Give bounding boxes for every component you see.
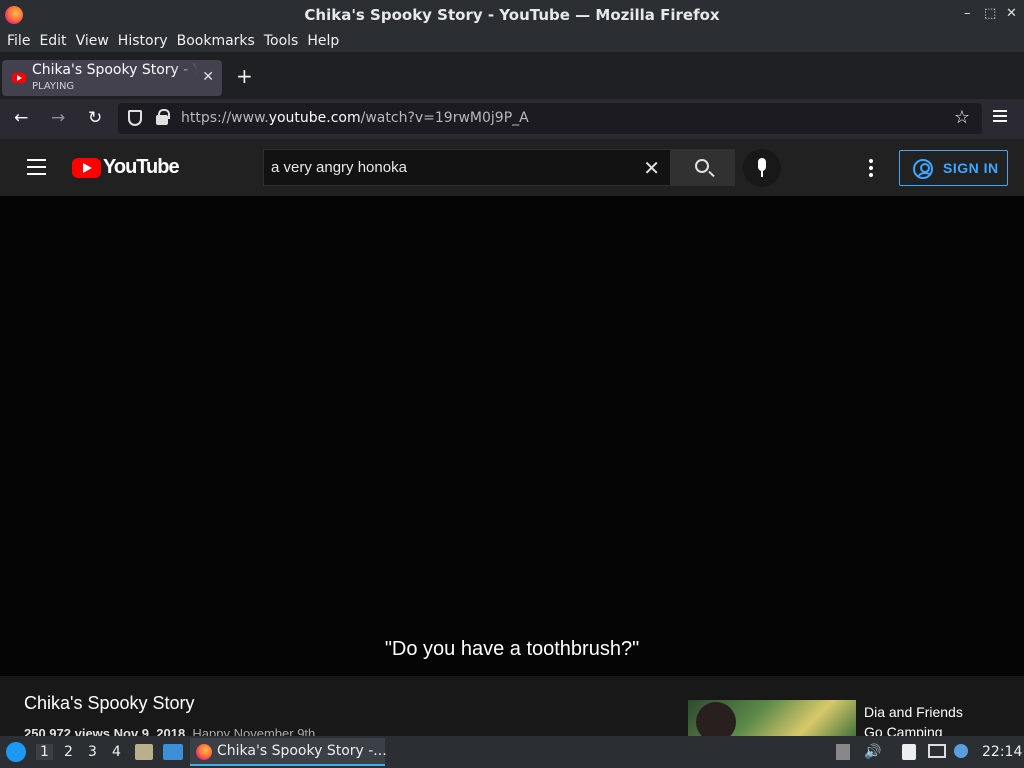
video-caption: "Do you have a toothbrush?" [384, 638, 640, 660]
tab-playing-label: PLAYING [32, 81, 75, 92]
notifications-icon[interactable] [954, 744, 968, 758]
youtube-logo-text: YouTube [103, 156, 180, 178]
search-icon [695, 159, 709, 173]
youtube-logo[interactable]: YouTube [72, 156, 180, 179]
video-view-count: 250,972 views Nov 9, 2018 Happy November… [24, 726, 315, 736]
task-title: Chika's Spooky Story -... [217, 743, 387, 759]
watch-metadata: Chika's Spooky Story 250,972 views Nov 9… [0, 676, 1024, 736]
tab-close-icon[interactable]: ✕ [202, 69, 214, 85]
menu-help[interactable]: Help [307, 33, 339, 49]
menu-bar: File Edit View History Bookmarks Tools H… [0, 30, 1024, 52]
youtube-header: YouTube a very angry honoka ✕ SIGN IN [0, 139, 1024, 196]
video-player[interactable]: "Do you have a toothbrush?" [0, 196, 1024, 676]
search-query-text: a very angry honoka [271, 159, 407, 176]
sign-in-label: SIGN IN [943, 160, 999, 176]
start-menu-icon[interactable] [6, 742, 26, 762]
menu-file[interactable]: File [7, 33, 30, 49]
menu-view[interactable]: View [76, 33, 109, 49]
bookmark-star-icon[interactable]: ☆ [954, 107, 970, 128]
account-icon [913, 159, 933, 179]
show-desktop-icon[interactable] [163, 744, 183, 760]
video-description[interactable]: Happy November 9th [192, 726, 315, 736]
recommended-title[interactable]: Dia and Friends Go Camping [864, 702, 963, 736]
lock-icon[interactable] [156, 109, 170, 125]
clock[interactable]: 22:14 [982, 744, 1022, 760]
url-text[interactable]: https://www.youtube.com/watch?v=19rwM0j9… [181, 110, 529, 126]
youtube-favicon-icon [12, 73, 26, 83]
minimize-button[interactable]: – [964, 6, 971, 21]
search-button[interactable] [671, 149, 735, 186]
voice-search-button[interactable] [743, 149, 781, 187]
sign-in-button[interactable]: SIGN IN [899, 150, 1008, 186]
new-tab-button[interactable]: + [236, 64, 253, 88]
clipboard-icon[interactable] [902, 744, 916, 760]
desktop-taskbar: 1 2 3 4 Chika's Spooky Story -... 🔊 22:1… [0, 736, 1024, 768]
close-window-button[interactable]: ✕ [1006, 6, 1017, 21]
app-menu-icon[interactable] [993, 110, 1007, 125]
tray-upload-icon[interactable] [836, 744, 850, 760]
window-title: Chika's Spooky Story - YouTube — Mozilla… [304, 6, 720, 24]
taskbar-firefox-task[interactable]: Chika's Spooky Story -... [190, 738, 387, 766]
url-bar[interactable]: https://www.youtube.com/watch?v=19rwM0j9… [118, 103, 982, 134]
search-input[interactable]: a very angry honoka ✕ [263, 149, 671, 186]
microphone-icon [758, 158, 766, 171]
workspace-4[interactable]: 4 [112, 744, 121, 760]
settings-kebab-icon[interactable] [869, 159, 873, 180]
file-manager-icon[interactable] [135, 744, 153, 760]
volume-icon[interactable]: 🔊 [864, 744, 881, 760]
firefox-logo-icon [5, 6, 23, 24]
forward-button[interactable]: → [51, 108, 65, 128]
clear-search-icon[interactable]: ✕ [643, 156, 660, 180]
tab-bar: Chika's Spooky Story - YouTube PLAYING ✕… [0, 52, 1024, 99]
menu-edit[interactable]: Edit [39, 33, 66, 49]
navigation-bar: ← → ↻ https://www.youtube.com/watch?v=19… [0, 99, 1024, 139]
menu-bookmarks[interactable]: Bookmarks [177, 33, 255, 49]
network-icon[interactable] [928, 744, 946, 758]
firefox-task-icon [196, 744, 212, 760]
maximize-button[interactable]: ⬚ [984, 6, 996, 21]
tab-title: Chika's Spooky Story - YouTube [32, 62, 198, 78]
tracking-protection-shield-icon[interactable] [128, 110, 142, 126]
tab-youtube[interactable]: Chika's Spooky Story - YouTube PLAYING ✕ [2, 60, 222, 96]
window-titlebar: Chika's Spooky Story - YouTube — Mozilla… [0, 0, 1024, 30]
youtube-play-logo-icon [72, 157, 101, 178]
guide-menu-icon[interactable] [27, 159, 46, 180]
workspace-2[interactable]: 2 [64, 744, 73, 760]
menu-history[interactable]: History [118, 33, 168, 49]
back-button[interactable]: ← [14, 108, 28, 128]
workspace-1[interactable]: 1 [36, 744, 53, 760]
menu-tools[interactable]: Tools [264, 33, 299, 49]
workspace-3[interactable]: 3 [88, 744, 97, 760]
video-title: Chika's Spooky Story [24, 693, 195, 713]
reload-button[interactable]: ↻ [88, 108, 102, 128]
recommended-thumbnail[interactable] [688, 700, 856, 736]
